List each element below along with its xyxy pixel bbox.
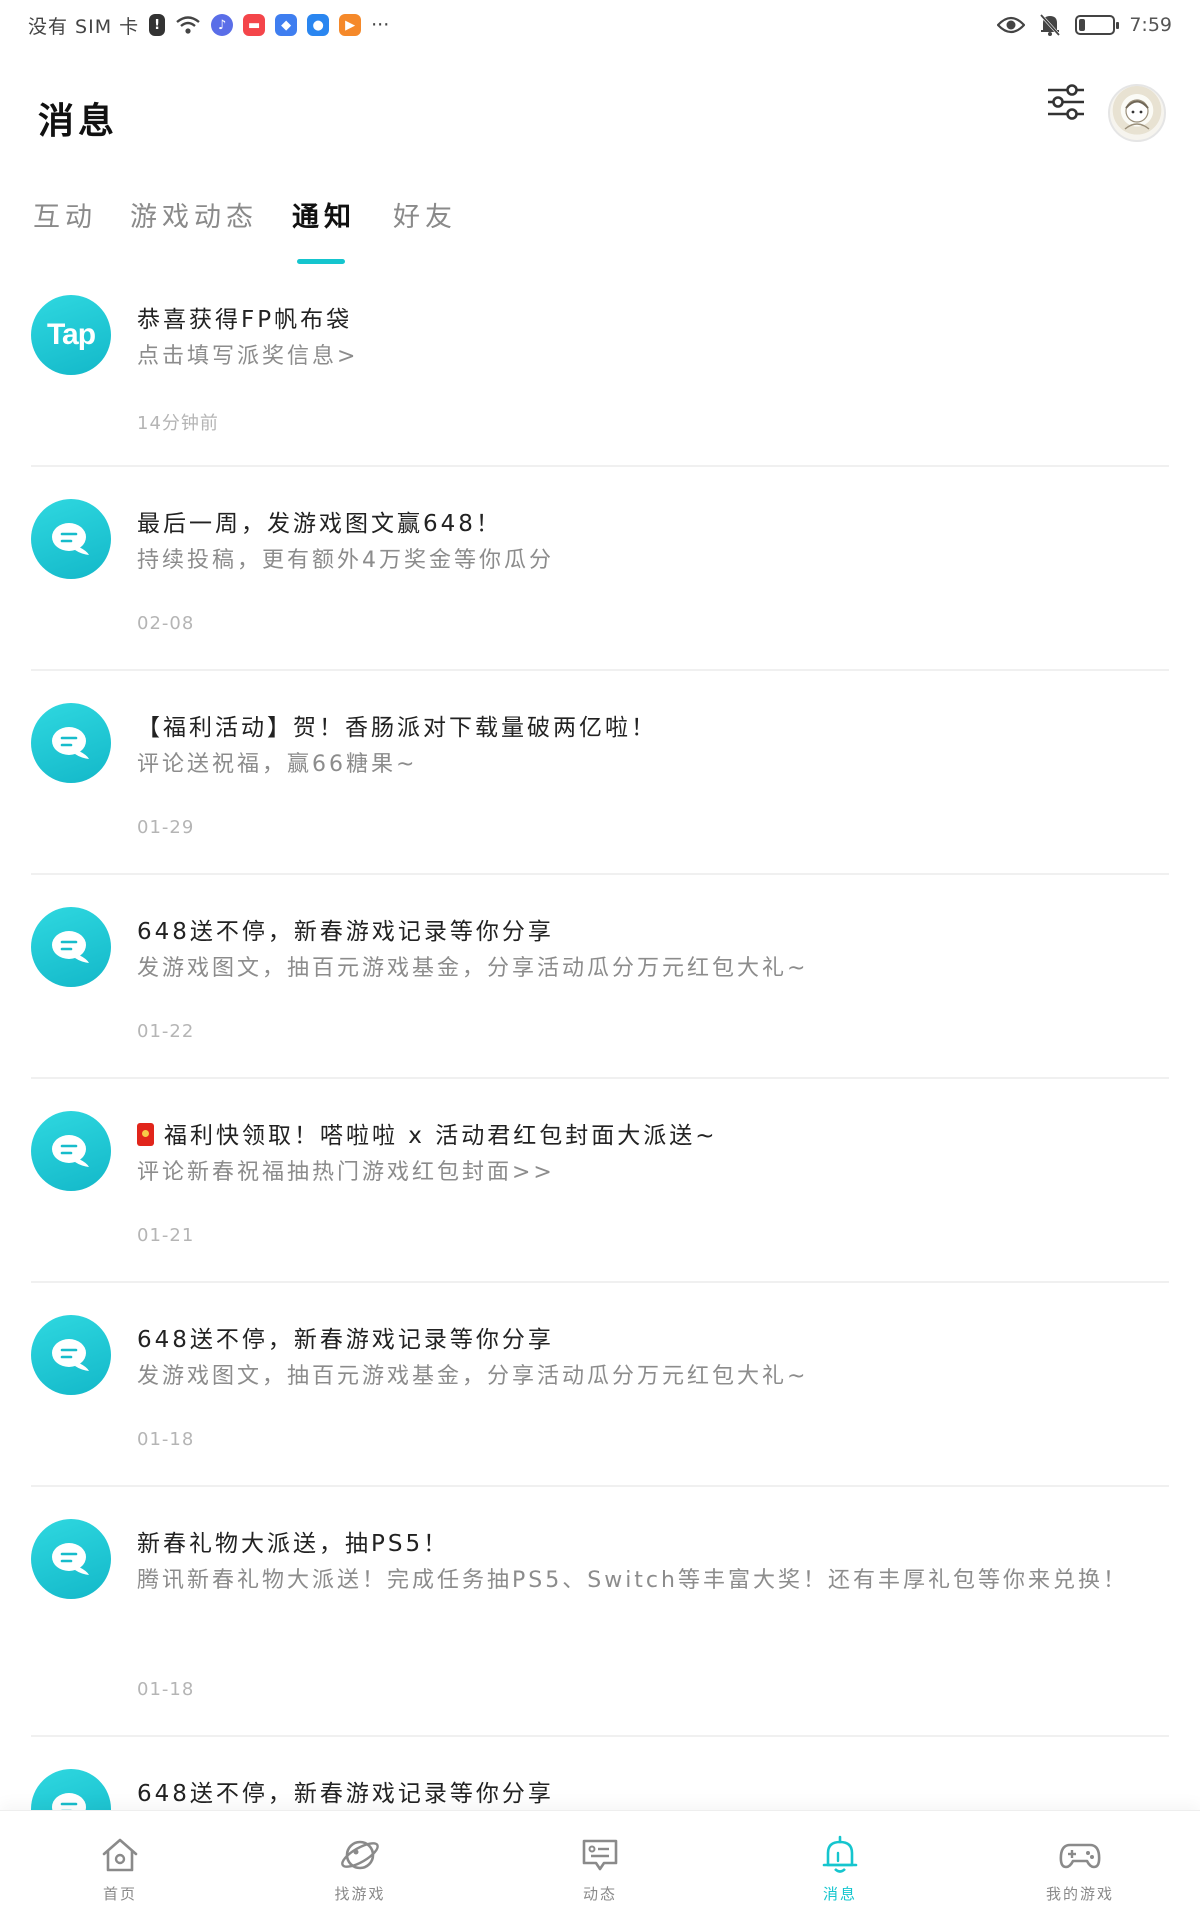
notification-desc: 评论送祝福，赢66糖果~: [137, 752, 418, 777]
chat-bubble-icon: [52, 523, 89, 555]
video-app-icon: ▶: [339, 14, 362, 36]
store-app-icon: ▬: [243, 14, 266, 36]
bottom-nav: 首页 找游戏 动态 消息 我的游戏: [0, 1810, 1200, 1920]
tab-interaction[interactable]: 互动: [33, 195, 97, 234]
clock: 7:59: [1129, 14, 1172, 36]
tab-friends[interactable]: 好友: [393, 195, 457, 234]
wifi-icon: [176, 16, 200, 34]
gamepad-icon: [1059, 1843, 1101, 1869]
notification-time: 02-08: [137, 613, 195, 634]
divider: [31, 1735, 1169, 1737]
notification-title: 恭喜获得FP帆布袋: [137, 307, 353, 333]
notification-title: 【福利活动】贺！香肠派对下载量破两亿啦！: [137, 715, 657, 741]
divider: [31, 1485, 1169, 1487]
tap-logo-text: Tap: [46, 318, 96, 351]
notification-time: 01-18: [137, 1429, 195, 1450]
notification-time: 01-21: [137, 1225, 195, 1246]
nav-label: 消息: [822, 1885, 857, 1903]
page-title: 消息: [38, 101, 119, 142]
status-right: 7:59: [997, 13, 1172, 37]
message-bubble-avatar: [31, 1519, 111, 1599]
notification-time: 01-29: [137, 817, 195, 838]
tab-notifications[interactable]: 通知: [292, 195, 356, 234]
planet-icon: [341, 1840, 379, 1870]
nav-find-games[interactable]: 找游戏: [240, 1811, 480, 1920]
notification-list: Tap 恭喜获得FP帆布袋 点击填写派奖信息> 14分钟前 最后一周，发游戏图文…: [0, 265, 1200, 1810]
music-app-icon: ♪: [211, 14, 234, 36]
notification-time: 14分钟前: [137, 413, 219, 434]
nav-label: 我的游戏: [1045, 1885, 1114, 1903]
notification-desc: 发游戏图文，抽百元游戏基金，分享活动瓜分万元红包大礼~: [137, 956, 809, 981]
divider: [31, 1077, 1169, 1079]
message-bubble-avatar: [31, 907, 111, 987]
notification-title-row: 福利快领取！嗒啦啦 x 活动君红包封面大派送~: [137, 1116, 718, 1150]
notification-desc: 持续投稿，更有额外4万奖金等你瓜分: [137, 548, 554, 573]
notification-time: 01-22: [137, 1021, 195, 1042]
message-bubble-avatar: [31, 703, 111, 783]
notification-time: 01-18: [137, 1679, 195, 1700]
battery-icon: [1075, 15, 1120, 35]
nav-label: 首页: [102, 1885, 137, 1903]
notification-link[interactable]: 点击填写派奖信息>: [137, 335, 1137, 379]
notification-title: 648送不停，新春游戏记录等你分享: [137, 1781, 554, 1807]
bell-icon: [822, 1835, 858, 1873]
chat-bubble-icon: [52, 727, 89, 759]
nav-home[interactable]: 首页: [0, 1811, 240, 1920]
mute-bell-icon: [1040, 13, 1061, 37]
message-bubble-avatar: [31, 1315, 111, 1395]
notification-title: 新春礼物大派送，抽PS5！: [137, 1531, 450, 1557]
divider: [31, 1281, 1169, 1283]
education-app-icon: ◆: [275, 14, 298, 36]
bulb-app-icon: ●: [307, 14, 330, 36]
message-bubble-avatar: [31, 1111, 111, 1191]
more-notifications-icon: ···: [371, 14, 390, 36]
feed-icon: [582, 1839, 618, 1871]
nav-label: 动态: [582, 1885, 617, 1903]
notification-title: 648送不停，新春游戏记录等你分享: [137, 919, 554, 945]
home-icon: [102, 1838, 138, 1872]
chat-bubble-icon: [52, 931, 89, 963]
notification-desc: 发游戏图文，抽百元游戏基金，分享活动瓜分万元红包大礼~: [137, 1364, 809, 1389]
chat-bubble-icon: [52, 1793, 86, 1810]
header: 消息: [0, 70, 1200, 160]
chat-bubble-icon: [52, 1339, 89, 1371]
nav-label: 找游戏: [334, 1885, 386, 1903]
active-tab-indicator: [297, 259, 345, 264]
avatar-illustration-icon: [1124, 99, 1150, 130]
notification-title: 最后一周，发游戏图文赢648！: [137, 511, 502, 537]
status-bar: 没有 SIM 卡 ! ♪ ▬ ◆ ● ▶ ··· 7:59: [0, 0, 1200, 50]
eye-icon: [997, 16, 1026, 34]
chat-bubble-icon: [52, 1543, 89, 1575]
filter-settings-icon[interactable]: [1044, 80, 1088, 124]
divider: [31, 873, 1169, 875]
nav-feed[interactable]: 动态: [480, 1811, 720, 1920]
message-bubble-avatar: [31, 1769, 111, 1810]
red-envelope-icon: [137, 1123, 154, 1146]
carrier-text: 没有 SIM 卡: [28, 15, 140, 38]
nav-my-games[interactable]: 我的游戏: [960, 1811, 1200, 1920]
sim-alert-icon: !: [149, 14, 166, 36]
user-avatar[interactable]: [1108, 84, 1166, 142]
divider: [31, 465, 1169, 467]
chat-bubble-icon: [52, 1135, 89, 1167]
tab-bar: 互动 游戏动态 通知 好友: [0, 195, 1200, 265]
nav-messages[interactable]: 消息: [720, 1811, 960, 1920]
status-left: 没有 SIM 卡 ! ♪ ▬ ◆ ● ▶ ···: [28, 12, 389, 39]
divider: [31, 669, 1169, 671]
tab-game-news[interactable]: 游戏动态: [130, 195, 258, 234]
notification-title: 648送不停，新春游戏记录等你分享: [137, 1327, 554, 1353]
tap-logo-avatar: Tap: [31, 295, 111, 375]
notification-desc: 腾讯新春礼物大派送！完成任务抽PS5、Switch等丰富大奖！还有丰厚礼包等你来…: [137, 1568, 1128, 1593]
message-bubble-avatar: [31, 499, 111, 579]
notification-title: 福利快领取！嗒啦啦 x 活动君红包封面大派送~: [164, 1123, 718, 1149]
notification-link[interactable]: 评论新春祝福抽热门游戏红包封面>>: [137, 1151, 1137, 1195]
